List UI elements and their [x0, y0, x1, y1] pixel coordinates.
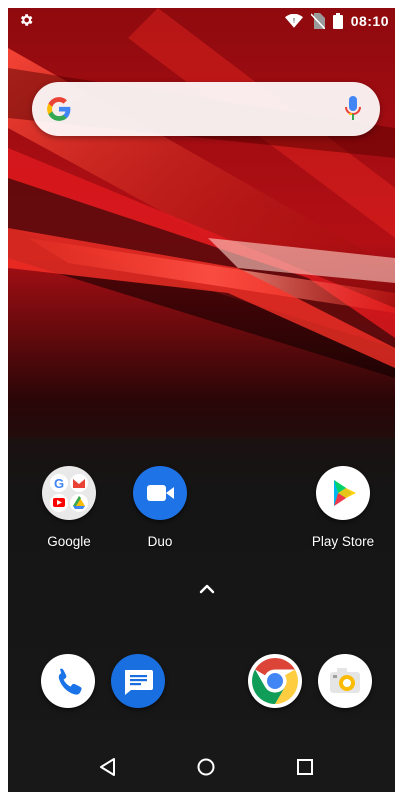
- app-label-play-store: Play Store: [311, 534, 375, 549]
- recents-icon[interactable]: [294, 756, 316, 778]
- svg-text:!: !: [293, 19, 295, 25]
- navigation-bar: [8, 736, 395, 792]
- app-duo[interactable]: Duo: [115, 466, 205, 549]
- svg-text:G: G: [54, 476, 64, 491]
- home-icon[interactable]: [195, 756, 217, 778]
- app-label-google: Google: [47, 534, 91, 549]
- google-g-logo: [47, 97, 71, 121]
- app-label-duo: Duo: [147, 534, 173, 549]
- wifi-icon: !: [284, 14, 303, 28]
- play-store-icon: [316, 466, 370, 520]
- status-bar: ! 08:10: [8, 8, 395, 34]
- settings-gear-icon: [20, 14, 33, 26]
- back-icon[interactable]: [97, 756, 119, 778]
- chrome-icon[interactable]: [248, 654, 302, 708]
- chevron-up-icon[interactable]: [196, 581, 218, 597]
- mic-icon[interactable]: [344, 96, 362, 122]
- phone-icon[interactable]: [41, 654, 95, 708]
- battery-icon: [332, 13, 343, 29]
- messages-icon[interactable]: [111, 654, 165, 708]
- google-folder-icon: G: [42, 466, 96, 520]
- home-screen: ! 08:10 G Google Duo Play Store: [8, 8, 395, 792]
- app-google-folder[interactable]: G Google: [24, 466, 114, 549]
- status-time: 08:10: [350, 13, 389, 29]
- google-search-bar[interactable]: [32, 82, 380, 136]
- camera-icon[interactable]: [318, 654, 372, 708]
- duo-video-icon: [133, 466, 187, 520]
- no-sim-icon: [310, 13, 325, 29]
- app-play-store[interactable]: Play Store: [298, 466, 388, 549]
